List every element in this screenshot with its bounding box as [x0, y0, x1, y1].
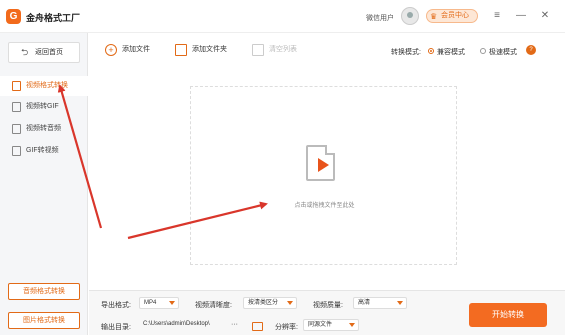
- sidebar-item-gif-to-video[interactable]: GIF转视频: [0, 141, 88, 161]
- back-home-label: 返回首页: [35, 49, 63, 56]
- radio-dot: [480, 48, 486, 54]
- sidebar-item-label: 视频转音频: [26, 125, 61, 132]
- video-file-icon: [306, 145, 335, 181]
- add-file-label: 添加文件: [122, 46, 150, 53]
- output-dir-label: 输出目录:: [101, 324, 131, 331]
- output-dir-field[interactable]: C:\Users\admin\Desktop\: [139, 319, 245, 331]
- crown-icon: ♛: [430, 12, 438, 21]
- add-file-button[interactable]: + 添加文件: [105, 42, 150, 58]
- output-dir-more[interactable]: ···: [231, 321, 238, 328]
- plus-icon: +: [105, 44, 117, 56]
- start-convert-button[interactable]: 开始转换: [469, 303, 547, 327]
- mode-label: 转换模式:: [391, 49, 421, 56]
- sidebar-item-label: 视频转GIF: [26, 103, 59, 110]
- image-convert-button[interactable]: 图片格式转换: [8, 312, 80, 329]
- output-format-label: 导出格式:: [101, 302, 131, 309]
- chevron-down-icon: [169, 301, 175, 305]
- add-folder-button[interactable]: 添加文件夹: [175, 42, 227, 58]
- quality-label: 视频质量:: [313, 302, 343, 309]
- user-name[interactable]: 微信用户: [366, 13, 394, 23]
- compat-mode-label: 兼容模式: [437, 49, 465, 56]
- minimize-icon[interactable]: —: [514, 9, 528, 23]
- sidebar-item-label: GIF转视频: [26, 147, 59, 154]
- sidebar-item-video-to-audio[interactable]: 视频转音频: [0, 119, 88, 139]
- fast-mode-label: 极速模式: [489, 49, 517, 56]
- back-home-button[interactable]: ⮌ 返回首页: [8, 42, 80, 63]
- help-icon[interactable]: ?: [526, 45, 536, 55]
- clear-list-button[interactable]: 清空列表: [252, 42, 297, 58]
- member-center-button[interactable]: ♛ 会员中心: [426, 9, 478, 23]
- resolution-label: 视频清晰度:: [195, 302, 232, 309]
- chevron-down-icon: [349, 323, 355, 327]
- quality-select[interactable]: 高清: [353, 297, 407, 309]
- ratio-select[interactable]: 同源文件: [303, 319, 359, 331]
- sidebar-item-video-convert[interactable]: 视频格式转换: [0, 76, 88, 96]
- quality-value: 高清: [358, 300, 371, 306]
- resolution-value: 按清类区分: [248, 300, 279, 306]
- gif-file-icon: [12, 102, 21, 112]
- sidebar-item-video-to-gif[interactable]: 视频转GIF: [0, 97, 88, 117]
- close-icon[interactable]: ✕: [538, 9, 552, 23]
- drop-zone[interactable]: 点击或拖拽文件至此处: [190, 86, 457, 265]
- member-center-label: 会员中心: [441, 12, 469, 19]
- menu-icon[interactable]: ≡: [490, 9, 504, 23]
- sidebar: ⮌ 返回首页 视频格式转换 视频转GIF 视频转音频 GIF转视频 音频格式转换…: [0, 33, 88, 335]
- drop-hint: 点击或拖拽文件至此处: [294, 203, 355, 209]
- radio-dot: [428, 48, 434, 54]
- output-format-value: MP4: [144, 300, 157, 306]
- sidebar-item-label: 视频格式转换: [26, 82, 68, 89]
- clear-list-label: 清空列表: [269, 46, 297, 53]
- ratio-label: 分辨率:: [275, 324, 298, 331]
- ratio-value: 同源文件: [308, 322, 333, 328]
- audio-file-icon: [12, 124, 21, 134]
- clear-icon: [252, 44, 264, 56]
- settings-bar: 导出格式: MP4 视频清晰度: 按清类区分 视频质量: 高清 输出目录: C:…: [89, 290, 565, 335]
- add-folder-label: 添加文件夹: [192, 46, 227, 53]
- video-file-icon: [12, 81, 21, 91]
- folder-icon[interactable]: [252, 322, 263, 331]
- chevron-down-icon: [287, 301, 293, 305]
- output-dir-value: C:\Users\admin\Desktop\: [143, 321, 210, 327]
- fast-mode-radio[interactable]: 极速模式: [480, 47, 517, 57]
- avatar[interactable]: [401, 7, 419, 25]
- output-format-select[interactable]: MP4: [139, 297, 179, 309]
- compat-mode-radio[interactable]: 兼容模式: [428, 47, 465, 57]
- title-bar: G 金舟格式工厂 微信用户 ♛ 会员中心 ≡ — ✕: [0, 0, 565, 33]
- app-logo: G: [6, 9, 21, 24]
- gif-video-icon: [12, 146, 21, 156]
- folder-icon: [175, 44, 187, 56]
- back-icon: ⮌: [21, 47, 29, 57]
- play-icon: [318, 158, 329, 172]
- chevron-down-icon: [397, 301, 403, 305]
- resolution-select[interactable]: 按清类区分: [243, 297, 297, 309]
- app-title: 金舟格式工厂: [26, 13, 81, 23]
- audio-convert-button[interactable]: 音频格式转换: [8, 283, 80, 300]
